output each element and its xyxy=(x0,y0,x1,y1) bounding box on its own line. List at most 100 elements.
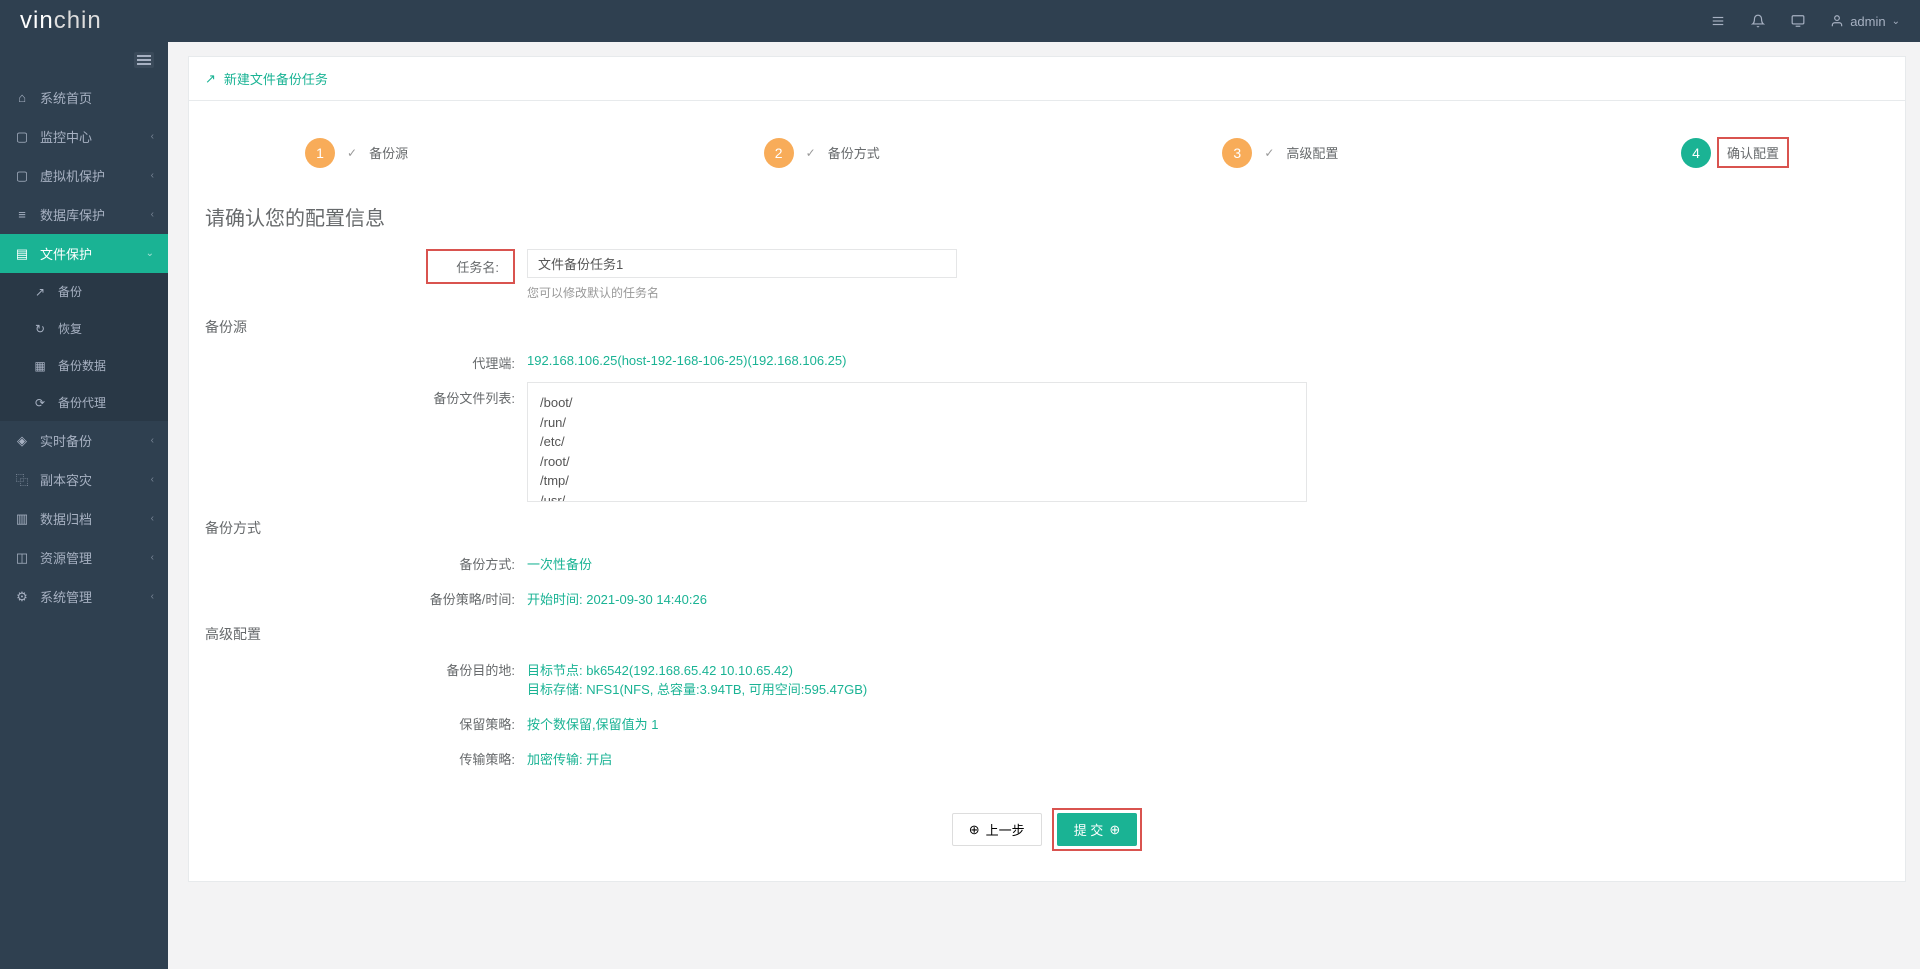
footer-buttons: ⊕ 上一步 提 交 ⊕ xyxy=(205,808,1889,851)
chevron-left-icon: ‹ xyxy=(151,513,154,524)
prev-label: 上一步 xyxy=(986,820,1025,839)
agent-label: 代理端: xyxy=(205,347,527,372)
nav-label: 监控中心 xyxy=(40,127,151,146)
transfer-label: 传输策略: xyxy=(205,743,527,768)
chevron-left-icon: ‹ xyxy=(151,435,154,446)
submit-highlight-box: 提 交 ⊕ xyxy=(1052,808,1143,851)
agent-icon: ⟳ xyxy=(32,396,48,410)
row-retention: 保留策略: 按个数保留,保留值为 1 xyxy=(205,708,1889,733)
chevron-left-icon: ‹ xyxy=(151,170,154,181)
chevron-left-icon: ‹ xyxy=(151,474,154,485)
wizard-step-2: 2 ✓ 备份方式 xyxy=(764,138,1223,168)
nav-replica[interactable]: ⿻副本容灾‹ xyxy=(0,460,168,499)
share-icon: ↗ xyxy=(32,285,48,299)
subsection-adv: 高级配置 xyxy=(205,624,1889,644)
home-icon: ⌂ xyxy=(14,90,30,105)
retention-label: 保留策略: xyxy=(205,708,527,733)
schedule-label: 备份策略/时间: xyxy=(205,583,527,608)
step-label: 备份方式 xyxy=(828,143,880,162)
nav-file[interactable]: ▤文件保护⌄ xyxy=(0,234,168,273)
step-number: 2 xyxy=(764,138,794,168)
chevron-left-icon: ‹ xyxy=(151,209,154,220)
method-label: 备份方式: xyxy=(205,548,527,573)
data-icon: ▦ xyxy=(32,359,48,373)
archive-icon: ▥ xyxy=(14,511,30,527)
check-icon: ✓ xyxy=(347,146,357,160)
agent-value: 192.168.106.25(host-192-168-106-25)(192.… xyxy=(527,347,1327,372)
chevron-left-icon: ‹ xyxy=(151,131,154,142)
bell-icon[interactable] xyxy=(1750,13,1766,29)
logo-part1: vin xyxy=(20,7,54,34)
nav-label: 数据库保护 xyxy=(40,205,151,224)
arrow-right-icon: ⊕ xyxy=(1109,822,1120,838)
monitor-icon: ▢ xyxy=(14,129,30,145)
taskname-value-wrap: 您可以修改默认的任务名 xyxy=(527,249,1327,301)
filelist-box[interactable]: /boot//run//etc//root//tmp//usr//bin/ xyxy=(527,382,1307,502)
page-title: 新建文件备份任务 xyxy=(224,69,328,88)
nav-label: 数据归档 xyxy=(40,509,151,528)
nav-sub-data[interactable]: ▦ 备份数据 xyxy=(0,347,168,384)
chevron-down-icon: ⌄ xyxy=(146,248,154,259)
nav-sub-file: ↗备份 ↻ 恢复 ▦ 备份数据 ⟳ 备份代理 xyxy=(0,273,168,421)
copy-icon: ⿻ xyxy=(14,470,30,489)
user-menu[interactable]: admin ⌄ xyxy=(1830,14,1900,29)
taskname-input[interactable] xyxy=(527,249,957,278)
wizard-step-4: 4 确认配置 xyxy=(1681,137,1789,168)
filelist-label: 备份文件列表: xyxy=(205,382,527,502)
dest-storage: 目标存储: NFS1(NFS, 总容量:3.94TB, 可用空间:595.47G… xyxy=(527,679,1327,698)
logo-part2: chin xyxy=(54,7,102,34)
row-filelist: 备份文件列表: /boot//run//etc//root//tmp//usr/… xyxy=(205,382,1889,502)
nav-label: 备份数据 xyxy=(58,357,154,374)
step-label: 确认配置 xyxy=(1727,146,1779,161)
nav-monitor[interactable]: ▢ 监控中心‹ xyxy=(0,117,168,156)
transfer-value: 加密传输: 开启 xyxy=(527,743,1327,768)
nav-label: 实时备份 xyxy=(40,431,151,450)
nav-vm[interactable]: ▢虚拟机保护‹ xyxy=(0,156,168,195)
nav-label: 备份代理 xyxy=(58,394,154,411)
nav-system[interactable]: ⚙系统管理‹ xyxy=(0,577,168,616)
restore-icon: ↻ xyxy=(32,322,48,336)
nav-archive[interactable]: ▥ 数据归档‹ xyxy=(0,499,168,538)
step-label: 高级配置 xyxy=(1286,143,1338,162)
shield-icon: ◈ xyxy=(14,433,30,449)
nav-sub-backup[interactable]: ↗备份 xyxy=(0,273,168,310)
nav-resource[interactable]: ◫资源管理‹ xyxy=(0,538,168,577)
topbar-right: admin ⌄ xyxy=(1710,13,1900,29)
subsection-method: 备份方式 xyxy=(205,518,1889,538)
panel: ↗ 新建文件备份任务 1 ✓ 备份源 2 ✓ 备份方式 3 xyxy=(188,56,1906,882)
submit-button[interactable]: 提 交 ⊕ xyxy=(1057,813,1138,846)
nav-label: 系统管理 xyxy=(40,587,151,606)
nav-sub-agent[interactable]: ⟳ 备份代理 xyxy=(0,384,168,421)
nav-realtime[interactable]: ◈ 实时备份‹ xyxy=(0,421,168,460)
hamburger-icon[interactable] xyxy=(134,52,154,68)
nav-label: 文件保护 xyxy=(40,244,146,263)
sidebar-toggle xyxy=(0,42,168,78)
dest-value: 目标节点: bk6542(192.168.65.42 10.10.65.42) … xyxy=(527,654,1327,698)
step-highlight-box: 确认配置 xyxy=(1717,137,1789,168)
user-name: admin xyxy=(1850,14,1885,29)
arrow-left-icon: ⊕ xyxy=(969,822,980,838)
nav-label: 副本容灾 xyxy=(40,470,151,489)
wizard-step-3: 3 ✓ 高级配置 xyxy=(1222,138,1681,168)
row-dest: 备份目的地: 目标节点: bk6542(192.168.65.42 10.10.… xyxy=(205,654,1889,698)
schedule-value: 开始时间: 2021-09-30 14:40:26 xyxy=(527,583,1327,608)
section-title: 请确认您的配置信息 xyxy=(205,202,1889,231)
step-label: 备份源 xyxy=(369,143,408,162)
chevron-left-icon: ‹ xyxy=(151,591,154,602)
wizard: 1 ✓ 备份源 2 ✓ 备份方式 3 ✓ 高级配置 xyxy=(205,121,1889,196)
nav-label: 虚拟机保护 xyxy=(40,166,151,185)
subsection-source: 备份源 xyxy=(205,317,1889,337)
taskname-hint: 您可以修改默认的任务名 xyxy=(527,284,1327,301)
check-icon: ✓ xyxy=(1264,146,1274,160)
check-icon: ✓ xyxy=(806,146,816,160)
list-icon[interactable] xyxy=(1710,13,1726,29)
step-number: 1 xyxy=(305,138,335,168)
row-method: 备份方式: 一次性备份 xyxy=(205,548,1889,573)
nav-db[interactable]: ≡数据库保护‹ xyxy=(0,195,168,234)
prev-button[interactable]: ⊕ 上一步 xyxy=(952,813,1042,846)
nav-sub-restore[interactable]: ↻ 恢复 xyxy=(0,310,168,347)
display-icon[interactable] xyxy=(1790,13,1806,29)
nav-home[interactable]: ⌂系统首页 xyxy=(0,78,168,117)
nav-label: 恢复 xyxy=(58,320,154,337)
panel-body: 1 ✓ 备份源 2 ✓ 备份方式 3 ✓ 高级配置 xyxy=(189,101,1905,881)
